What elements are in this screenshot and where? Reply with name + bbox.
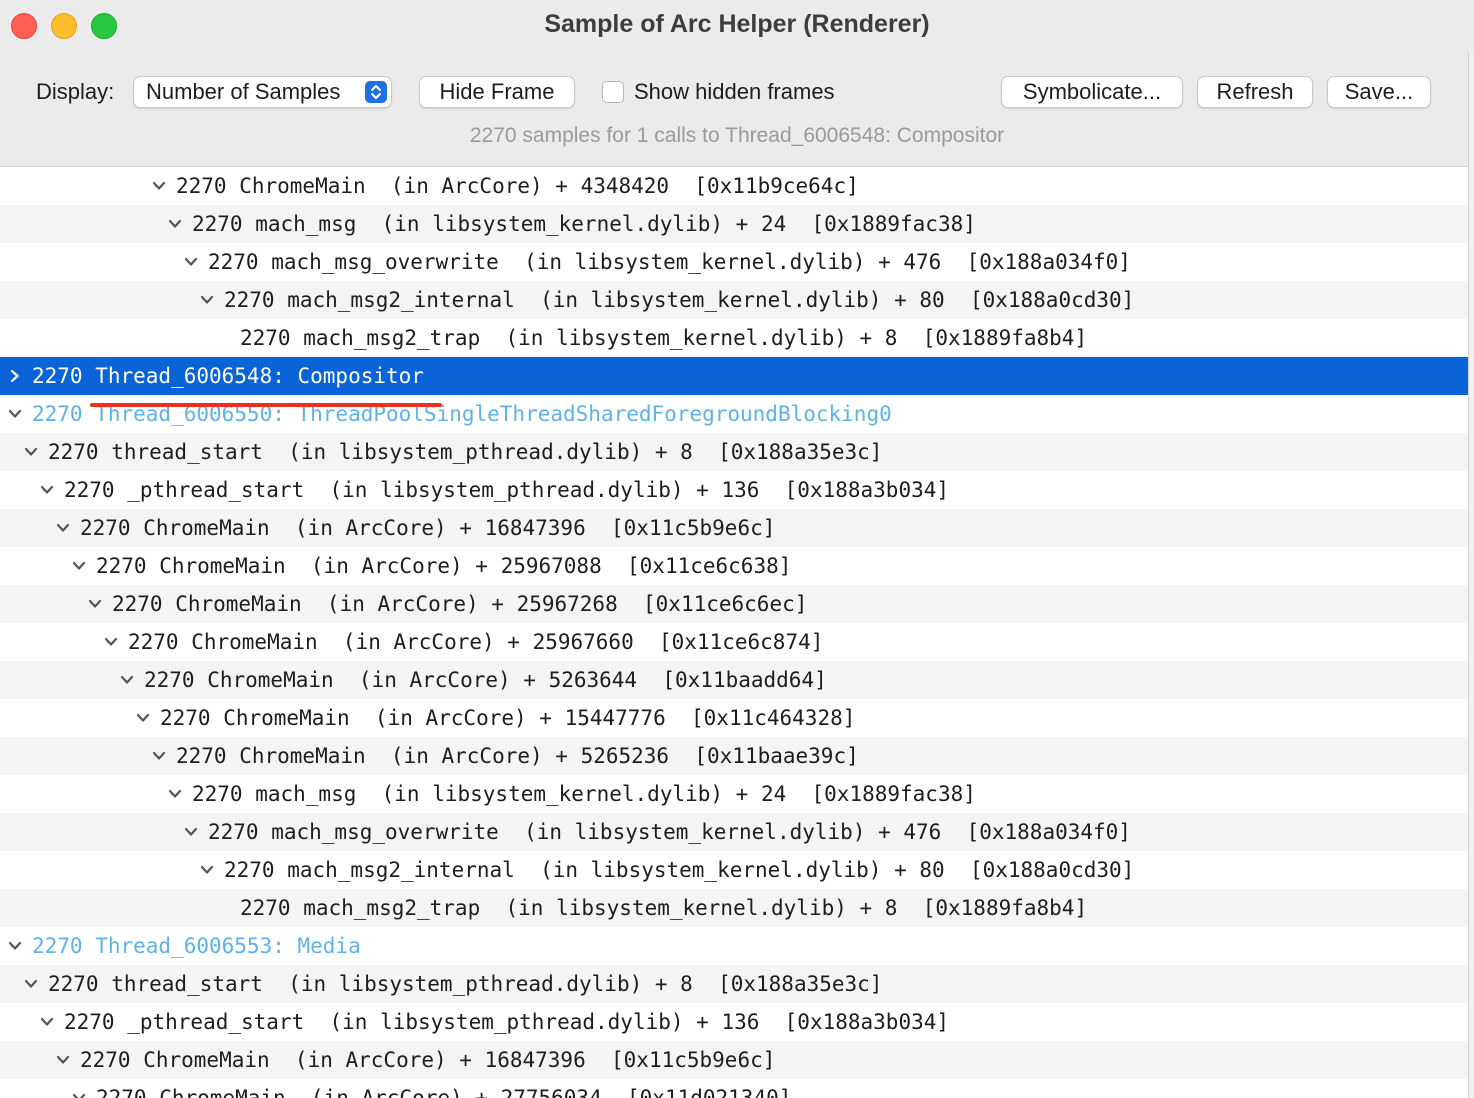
- call-tree-row[interactable]: 2270 mach_msg_overwrite (in libsystem_ke…: [0, 813, 1468, 851]
- show-hidden-frames-label[interactable]: Show hidden frames: [634, 79, 835, 105]
- call-tree-row-text: 2270 Thread_6006548: Compositor: [32, 364, 424, 388]
- toolbar: Display: Number of Samples Hide Frame Sh…: [0, 52, 1474, 167]
- call-tree-row-text: 2270 mach_msg2_internal (in libsystem_ke…: [224, 858, 1135, 882]
- call-tree-row-text: 2270 Thread_6006553: Media: [32, 934, 361, 958]
- call-tree-row-text: 2270 thread_start (in libsystem_pthread.…: [48, 440, 883, 464]
- refresh-button[interactable]: Refresh: [1197, 76, 1313, 108]
- hide-frame-button[interactable]: Hide Frame: [419, 76, 575, 108]
- disclosure-expanded-icon[interactable]: [8, 395, 24, 433]
- display-label: Display:: [36, 79, 115, 104]
- call-tree-row[interactable]: 2270 ChromeMain (in ArcCore) + 16847396 …: [0, 509, 1468, 547]
- call-tree-row[interactable]: 2270 mach_msg_overwrite (in libsystem_ke…: [0, 243, 1468, 281]
- call-tree-row-text: 2270 mach_msg2_trap (in libsystem_kernel…: [240, 326, 1088, 350]
- call-tree-row[interactable]: 2270 _pthread_start (in libsystem_pthrea…: [0, 1003, 1468, 1041]
- call-tree-row-text: 2270 _pthread_start (in libsystem_pthrea…: [64, 1010, 950, 1034]
- show-hidden-frames-checkbox[interactable]: [602, 81, 624, 103]
- call-tree-outline[interactable]: 2270 ChromeMain (in ArcCore) + 4348420 […: [0, 167, 1468, 1098]
- call-tree-row[interactable]: 2270 thread_start (in libsystem_pthread.…: [0, 433, 1468, 471]
- call-tree-row[interactable]: 2270 mach_msg2_trap (in libsystem_kernel…: [0, 889, 1468, 927]
- disclosure-expanded-icon[interactable]: [200, 281, 216, 319]
- call-tree-row[interactable]: 2270 _pthread_start (in libsystem_pthrea…: [0, 471, 1468, 509]
- call-tree-row-text: 2270 ChromeMain (in ArcCore) + 27756034 …: [96, 1086, 792, 1098]
- call-tree-row-text: 2270 ChromeMain (in ArcCore) + 4348420 […: [176, 174, 859, 198]
- call-tree-row[interactable]: 2270 mach_msg (in libsystem_kernel.dylib…: [0, 205, 1468, 243]
- disclosure-expanded-icon[interactable]: [72, 547, 88, 585]
- disclosure-expanded-icon[interactable]: [136, 699, 152, 737]
- title-bar: Sample of Arc Helper (Renderer): [0, 0, 1474, 52]
- call-tree-row[interactable]: 2270 ChromeMain (in ArcCore) + 5263644 […: [0, 661, 1468, 699]
- disclosure-expanded-icon[interactable]: [152, 167, 168, 205]
- call-tree-row-text: 2270 _pthread_start (in libsystem_pthrea…: [64, 478, 950, 502]
- call-tree-row[interactable]: 2270 ChromeMain (in ArcCore) + 25967660 …: [0, 623, 1468, 661]
- popup-chevron-icon: [365, 81, 387, 103]
- call-tree-row-text: 2270 ChromeMain (in ArcCore) + 16847396 …: [80, 1048, 776, 1072]
- call-tree-row-text: 2270 ChromeMain (in ArcCore) + 5263644 […: [144, 668, 827, 692]
- call-tree-row[interactable]: 2270 mach_msg2_internal (in libsystem_ke…: [0, 851, 1468, 889]
- thread-row[interactable]: 2270 Thread_6006553: Media: [0, 927, 1468, 965]
- call-tree-row[interactable]: 2270 ChromeMain (in ArcCore) + 4348420 […: [0, 167, 1468, 205]
- call-tree-row[interactable]: 2270 ChromeMain (in ArcCore) + 25967268 …: [0, 585, 1468, 623]
- call-tree-row-text: 2270 ChromeMain (in ArcCore) + 25967088 …: [96, 554, 792, 578]
- disclosure-expanded-icon[interactable]: [168, 775, 184, 813]
- disclosure-expanded-icon[interactable]: [200, 851, 216, 889]
- call-tree-row[interactable]: 2270 ChromeMain (in ArcCore) + 16847396 …: [0, 1041, 1468, 1079]
- thread-row[interactable]: 2270 Thread_6006548: Compositor: [0, 357, 1468, 395]
- disclosure-expanded-icon[interactable]: [24, 965, 40, 1003]
- disclosure-expanded-icon[interactable]: [40, 471, 56, 509]
- disclosure-expanded-icon[interactable]: [72, 1079, 88, 1098]
- call-tree-row-text: 2270 thread_start (in libsystem_pthread.…: [48, 972, 883, 996]
- disclosure-expanded-icon[interactable]: [56, 509, 72, 547]
- call-tree-row-text: 2270 mach_msg (in libsystem_kernel.dylib…: [192, 782, 976, 806]
- disclosure-expanded-icon[interactable]: [104, 623, 120, 661]
- sample-window: Sample of Arc Helper (Renderer) Display:…: [0, 0, 1474, 1098]
- disclosure-expanded-icon[interactable]: [8, 927, 24, 965]
- display-popup-value: Number of Samples: [146, 79, 341, 104]
- call-tree-row[interactable]: 2270 mach_msg2_trap (in libsystem_kernel…: [0, 319, 1468, 357]
- disclosure-expanded-icon[interactable]: [24, 433, 40, 471]
- call-tree-row-text: 2270 mach_msg2_internal (in libsystem_ke…: [224, 288, 1135, 312]
- call-tree-row[interactable]: 2270 ChromeMain (in ArcCore) + 5265236 […: [0, 737, 1468, 775]
- disclosure-expanded-icon[interactable]: [88, 585, 104, 623]
- call-tree-row-text: 2270 mach_msg_overwrite (in libsystem_ke…: [208, 820, 1131, 844]
- disclosure-expanded-icon[interactable]: [56, 1041, 72, 1079]
- disclosure-collapsed-icon[interactable]: [8, 357, 24, 395]
- call-tree-row[interactable]: 2270 thread_start (in libsystem_pthread.…: [0, 965, 1468, 1003]
- disclosure-expanded-icon[interactable]: [152, 737, 168, 775]
- disclosure-expanded-icon[interactable]: [40, 1003, 56, 1041]
- call-tree-row[interactable]: 2270 ChromeMain (in ArcCore) + 27756034 …: [0, 1079, 1468, 1098]
- disclosure-expanded-icon[interactable]: [168, 205, 184, 243]
- call-tree-row-text: 2270 ChromeMain (in ArcCore) + 15447776 …: [160, 706, 856, 730]
- vertical-scrollbar[interactable]: [1468, 52, 1474, 1098]
- display-popup[interactable]: Number of Samples: [133, 76, 392, 108]
- window-title: Sample of Arc Helper (Renderer): [544, 10, 930, 38]
- call-tree-row-text: 2270 ChromeMain (in ArcCore) + 25967660 …: [128, 630, 824, 654]
- disclosure-expanded-icon[interactable]: [184, 243, 200, 281]
- call-tree-row[interactable]: 2270 mach_msg2_internal (in libsystem_ke…: [0, 281, 1468, 319]
- call-tree-row-text: 2270 Thread_6006550: ThreadPoolSingleThr…: [32, 402, 892, 426]
- sample-summary: 2270 samples for 1 calls to Thread_60065…: [469, 124, 1005, 147]
- disclosure-expanded-icon[interactable]: [184, 813, 200, 851]
- call-tree-row-text: 2270 ChromeMain (in ArcCore) + 16847396 …: [80, 516, 776, 540]
- symbolicate-button[interactable]: Symbolicate...: [1001, 76, 1183, 108]
- call-tree-row[interactable]: 2270 mach_msg (in libsystem_kernel.dylib…: [0, 775, 1468, 813]
- call-tree-row-text: 2270 ChromeMain (in ArcCore) + 5265236 […: [176, 744, 859, 768]
- call-tree-row[interactable]: 2270 ChromeMain (in ArcCore) + 15447776 …: [0, 699, 1468, 737]
- call-tree-row[interactable]: 2270 ChromeMain (in ArcCore) + 25967088 …: [0, 547, 1468, 585]
- call-tree-row-text: 2270 ChromeMain (in ArcCore) + 25967268 …: [112, 592, 808, 616]
- call-tree-row-text: 2270 mach_msg2_trap (in libsystem_kernel…: [240, 896, 1088, 920]
- call-tree-row-text: 2270 mach_msg_overwrite (in libsystem_ke…: [208, 250, 1131, 274]
- save-button[interactable]: Save...: [1327, 76, 1431, 108]
- thread-row[interactable]: 2270 Thread_6006550: ThreadPoolSingleThr…: [0, 395, 1468, 433]
- disclosure-expanded-icon[interactable]: [120, 661, 136, 699]
- call-tree-row-text: 2270 mach_msg (in libsystem_kernel.dylib…: [192, 212, 976, 236]
- annotation-underline: [90, 403, 442, 407]
